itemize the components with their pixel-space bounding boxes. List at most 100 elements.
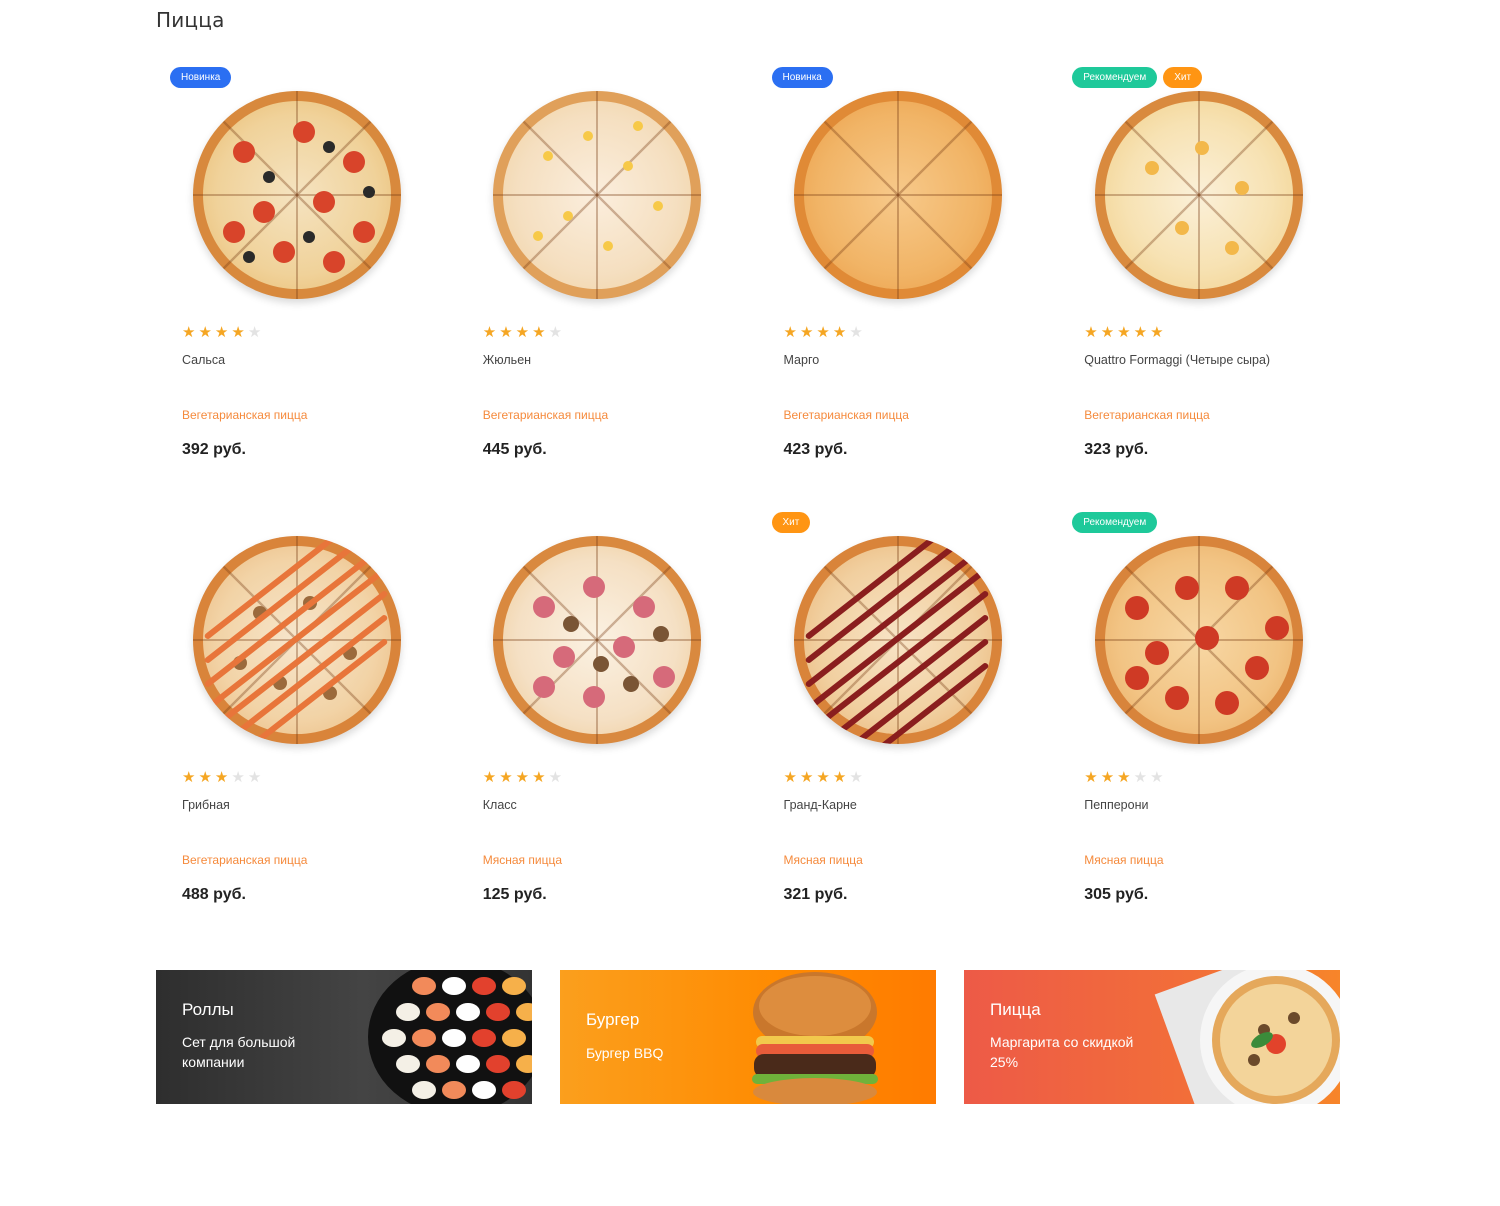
product-image[interactable]: [1084, 525, 1313, 754]
product-image[interactable]: [182, 80, 411, 309]
sushi-piece: [502, 1029, 526, 1047]
sushi-piece: [412, 1029, 436, 1047]
star-filled-icon: ★: [532, 323, 546, 341]
sushi-piece: [412, 977, 436, 995]
banner-title: Бургер: [586, 1010, 640, 1029]
product-image[interactable]: [483, 80, 712, 309]
sushi-piece: [426, 1055, 450, 1073]
star-empty-icon: ★: [548, 768, 563, 786]
banner-subtitle: Сет для большой компании: [182, 1034, 296, 1070]
product-name[interactable]: Гранд-Карне: [784, 798, 857, 812]
star-filled-icon: ★: [198, 323, 212, 341]
sushi-piece: [442, 1029, 466, 1047]
star-filled-icon: ★: [1117, 323, 1131, 341]
product-grid: Новинка ★ ★ ★ ★ ★ Сальса Вегетарианская пицц…: [156, 60, 1359, 950]
product-image[interactable]: [1084, 80, 1313, 309]
star-filled-icon: ★: [532, 768, 546, 786]
product-price: 125 руб.: [482, 886, 547, 903]
star-empty-icon: ★: [1133, 768, 1148, 786]
star-filled-icon: ★: [1100, 768, 1115, 786]
badge-recommend: Рекомендуем: [1072, 512, 1158, 533]
product-image[interactable]: [483, 525, 712, 754]
product-category: Вегетарианская пицца: [182, 853, 308, 867]
badge-new: Новинка: [170, 67, 232, 88]
star-filled-icon: ★: [832, 323, 847, 341]
banner-title: Пицца: [990, 1000, 1041, 1019]
product-name[interactable]: Пепперони: [1084, 798, 1148, 812]
star-filled-icon: ★: [816, 323, 830, 341]
product-card[interactable]: ★ ★ ★ ★ ★ Класс Мясная пицца 125 руб.: [457, 505, 758, 950]
banner-burger[interactable]: Бургер Бургер BBQ: [560, 970, 936, 1104]
rating-stars: ★ ★ ★ ★ ★: [784, 770, 863, 785]
badge-list: Новинка: [771, 67, 833, 88]
sushi-piece: [486, 1055, 510, 1073]
product-price: 321 руб.: [783, 886, 848, 903]
star-filled-icon: ★: [1100, 323, 1115, 341]
product-card[interactable]: Новинка ★ ★ ★ ★ ★ Сальса Вегетарианская пицц…: [156, 60, 457, 505]
sushi-piece: [502, 977, 526, 995]
product-image[interactable]: [784, 80, 1013, 309]
star-filled-icon: ★: [515, 768, 530, 786]
banner-pizza[interactable]: Пицца Маргарита со скидкой 25%: [964, 970, 1340, 1104]
product-category: Мясная пицца: [783, 853, 863, 867]
product-name[interactable]: Марго: [784, 353, 820, 367]
star-filled-icon: ★: [482, 323, 497, 341]
product-price: 323 руб.: [1084, 441, 1149, 458]
star-filled-icon: ★: [832, 768, 847, 786]
star-empty-icon: ★: [849, 323, 863, 341]
product-price: 305 руб.: [1084, 886, 1149, 903]
product-name[interactable]: Класс: [483, 798, 517, 812]
banner-subtitle: Маргарита со скидкой 25%: [990, 1034, 1134, 1070]
product-category: Вегетарианская пицца: [783, 408, 909, 422]
star-empty-icon: ★: [247, 323, 262, 341]
product-price: 423 руб.: [783, 441, 848, 458]
rating-stars: ★ ★ ★ ★ ★: [182, 325, 261, 340]
star-filled-icon: ★: [799, 323, 814, 341]
product-card[interactable]: Рекомендуем ★ ★ ★ ★ ★ Пепперони Мясная пицца…: [1058, 505, 1359, 950]
star-filled-icon: ★: [783, 768, 797, 786]
sushi-piece: [456, 1055, 480, 1073]
product-category: Мясная пицца: [1084, 853, 1164, 867]
badge-hit: Хит: [771, 512, 811, 533]
rating-stars: ★ ★ ★ ★ ★: [483, 325, 562, 340]
product-card[interactable]: Новинка ★ ★ ★ ★ ★ Марго Вегетарианская пицца…: [758, 60, 1059, 505]
rating-stars: ★ ★ ★ ★ ★: [1084, 770, 1163, 785]
product-category: Вегетарианская пицца: [1084, 408, 1210, 422]
star-filled-icon: ★: [499, 768, 513, 786]
product-card[interactable]: Хит ★ ★ ★ ★ ★ Гранд-Карне Мясная пицца 321 р…: [758, 505, 1059, 950]
star-filled-icon: ★: [1133, 323, 1148, 341]
sushi-piece: [382, 1029, 406, 1047]
banner-rolls[interactable]: Роллы Сет для большой компании: [156, 970, 532, 1104]
banner-subtitle: Бургер BBQ: [586, 1045, 664, 1061]
star-filled-icon: ★: [182, 323, 196, 341]
star-filled-icon: ★: [1117, 768, 1131, 786]
star-empty-icon: ★: [1150, 768, 1164, 786]
sushi-piece: [472, 1081, 496, 1099]
star-empty-icon: ★: [849, 768, 863, 786]
product-category: Мясная пицца: [482, 853, 562, 867]
star-empty-icon: ★: [247, 768, 262, 786]
product-price: 445 руб.: [482, 441, 547, 458]
badge-list: Хит: [771, 512, 811, 533]
star-filled-icon: ★: [515, 323, 530, 341]
product-name[interactable]: Quattro Formaggi (Четыре сыра): [1084, 353, 1270, 367]
star-empty-icon: ★: [548, 323, 563, 341]
product-name[interactable]: Сальса: [182, 353, 225, 367]
product-image[interactable]: [182, 525, 411, 754]
section-title: Пицца: [156, 8, 225, 32]
star-filled-icon: ★: [1150, 323, 1164, 341]
product-category: Вегетарианская пицца: [482, 408, 609, 422]
star-empty-icon: ★: [231, 768, 245, 786]
product-card[interactable]: ★ ★ ★ ★ ★ Жюльен Вегетарианская пицца 445 ру…: [457, 60, 758, 505]
product-name[interactable]: Грибная: [182, 798, 230, 812]
star-filled-icon: ★: [182, 768, 196, 786]
product-image[interactable]: [784, 525, 1013, 754]
product-card[interactable]: ★ ★ ★ ★ ★ Грибная Вегетарианская пицца 488 р…: [156, 505, 457, 950]
sushi-piece: [502, 1081, 526, 1099]
sushi-piece: [396, 1003, 420, 1021]
product-name[interactable]: Жюльен: [483, 353, 531, 367]
product-card[interactable]: Рекомендуем Хит ★ ★ ★ ★ ★ Quattro Formaggi (…: [1058, 60, 1359, 505]
sushi-piece: [486, 1003, 510, 1021]
star-filled-icon: ★: [799, 768, 814, 786]
product-price: 392 руб.: [182, 441, 246, 458]
